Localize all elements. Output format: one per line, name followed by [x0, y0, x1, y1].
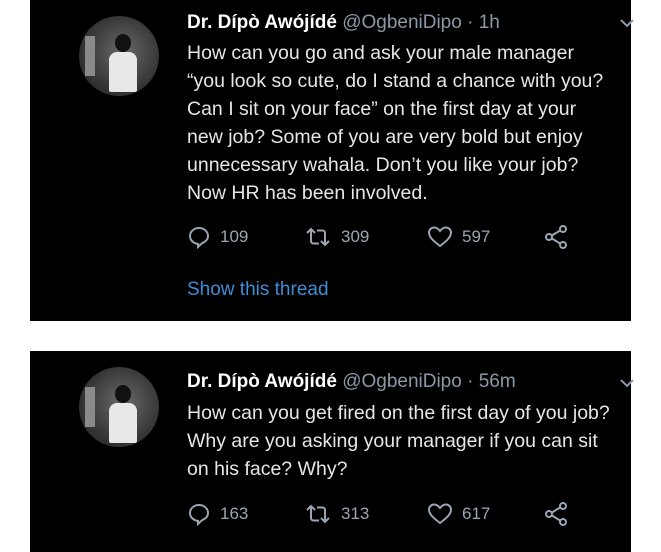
retweet-button[interactable]: 313	[304, 499, 369, 529]
retweet-icon	[306, 227, 330, 247]
retweet-count: 309	[341, 227, 370, 246]
reply-icon	[188, 503, 210, 526]
tweet-card[interactable]: Dr. Dípò Awójídé @OgbeniDipo · 56m How c…	[30, 351, 634, 552]
like-icon	[427, 503, 453, 525]
chevron-down-icon[interactable]	[618, 374, 636, 392]
share-icon	[545, 502, 567, 526]
reply-button[interactable]: 163	[187, 499, 248, 529]
like-icon	[427, 226, 453, 248]
tweet-card[interactable]: Dr. Dípò Awójídé @OgbeniDipo · 1h How ca…	[30, 0, 634, 321]
tweet-text: How can you go and ask your male manager…	[187, 42, 604, 204]
reply-button[interactable]: 109	[187, 222, 248, 252]
tweet-header: Dr. Dípò Awójídé @OgbeniDipo · 56m	[187, 371, 516, 393]
chevron-down-icon[interactable]	[618, 14, 636, 32]
retweet-button[interactable]: 309	[304, 222, 369, 252]
reply-icon	[188, 226, 210, 249]
share-button[interactable]	[543, 222, 578, 252]
reply-count: 109	[220, 227, 249, 246]
like-count: 597	[462, 227, 491, 246]
reply-count: 163	[220, 504, 249, 523]
author-name[interactable]: Dr. Dípò Awójídé	[187, 12, 337, 33]
show-thread-link[interactable]: Show this thread	[187, 279, 329, 301]
tweet-text: How can you get fired on the first day o…	[187, 402, 610, 480]
share-button[interactable]	[543, 499, 578, 529]
share-icon	[545, 225, 567, 249]
author-handle[interactable]: @OgbeniDipo	[342, 12, 462, 33]
tweet-actions: 109 309 597	[187, 222, 627, 252]
tweet-header: Dr. Dípò Awójídé @OgbeniDipo · 1h	[187, 12, 500, 34]
tweet-time[interactable]: · 1h	[467, 12, 500, 33]
like-count: 617	[462, 504, 491, 523]
avatar[interactable]	[79, 16, 159, 96]
tweet-actions: 163 313 617	[187, 499, 627, 529]
tweet-time[interactable]: · 56m	[467, 371, 516, 392]
like-button[interactable]: 617	[427, 499, 490, 529]
retweet-icon	[306, 504, 330, 524]
author-handle[interactable]: @OgbeniDipo	[342, 371, 462, 392]
author-name[interactable]: Dr. Dípò Awójídé	[187, 371, 337, 392]
like-button[interactable]: 597	[427, 222, 490, 252]
avatar[interactable]	[79, 367, 159, 447]
retweet-count: 313	[341, 504, 370, 523]
